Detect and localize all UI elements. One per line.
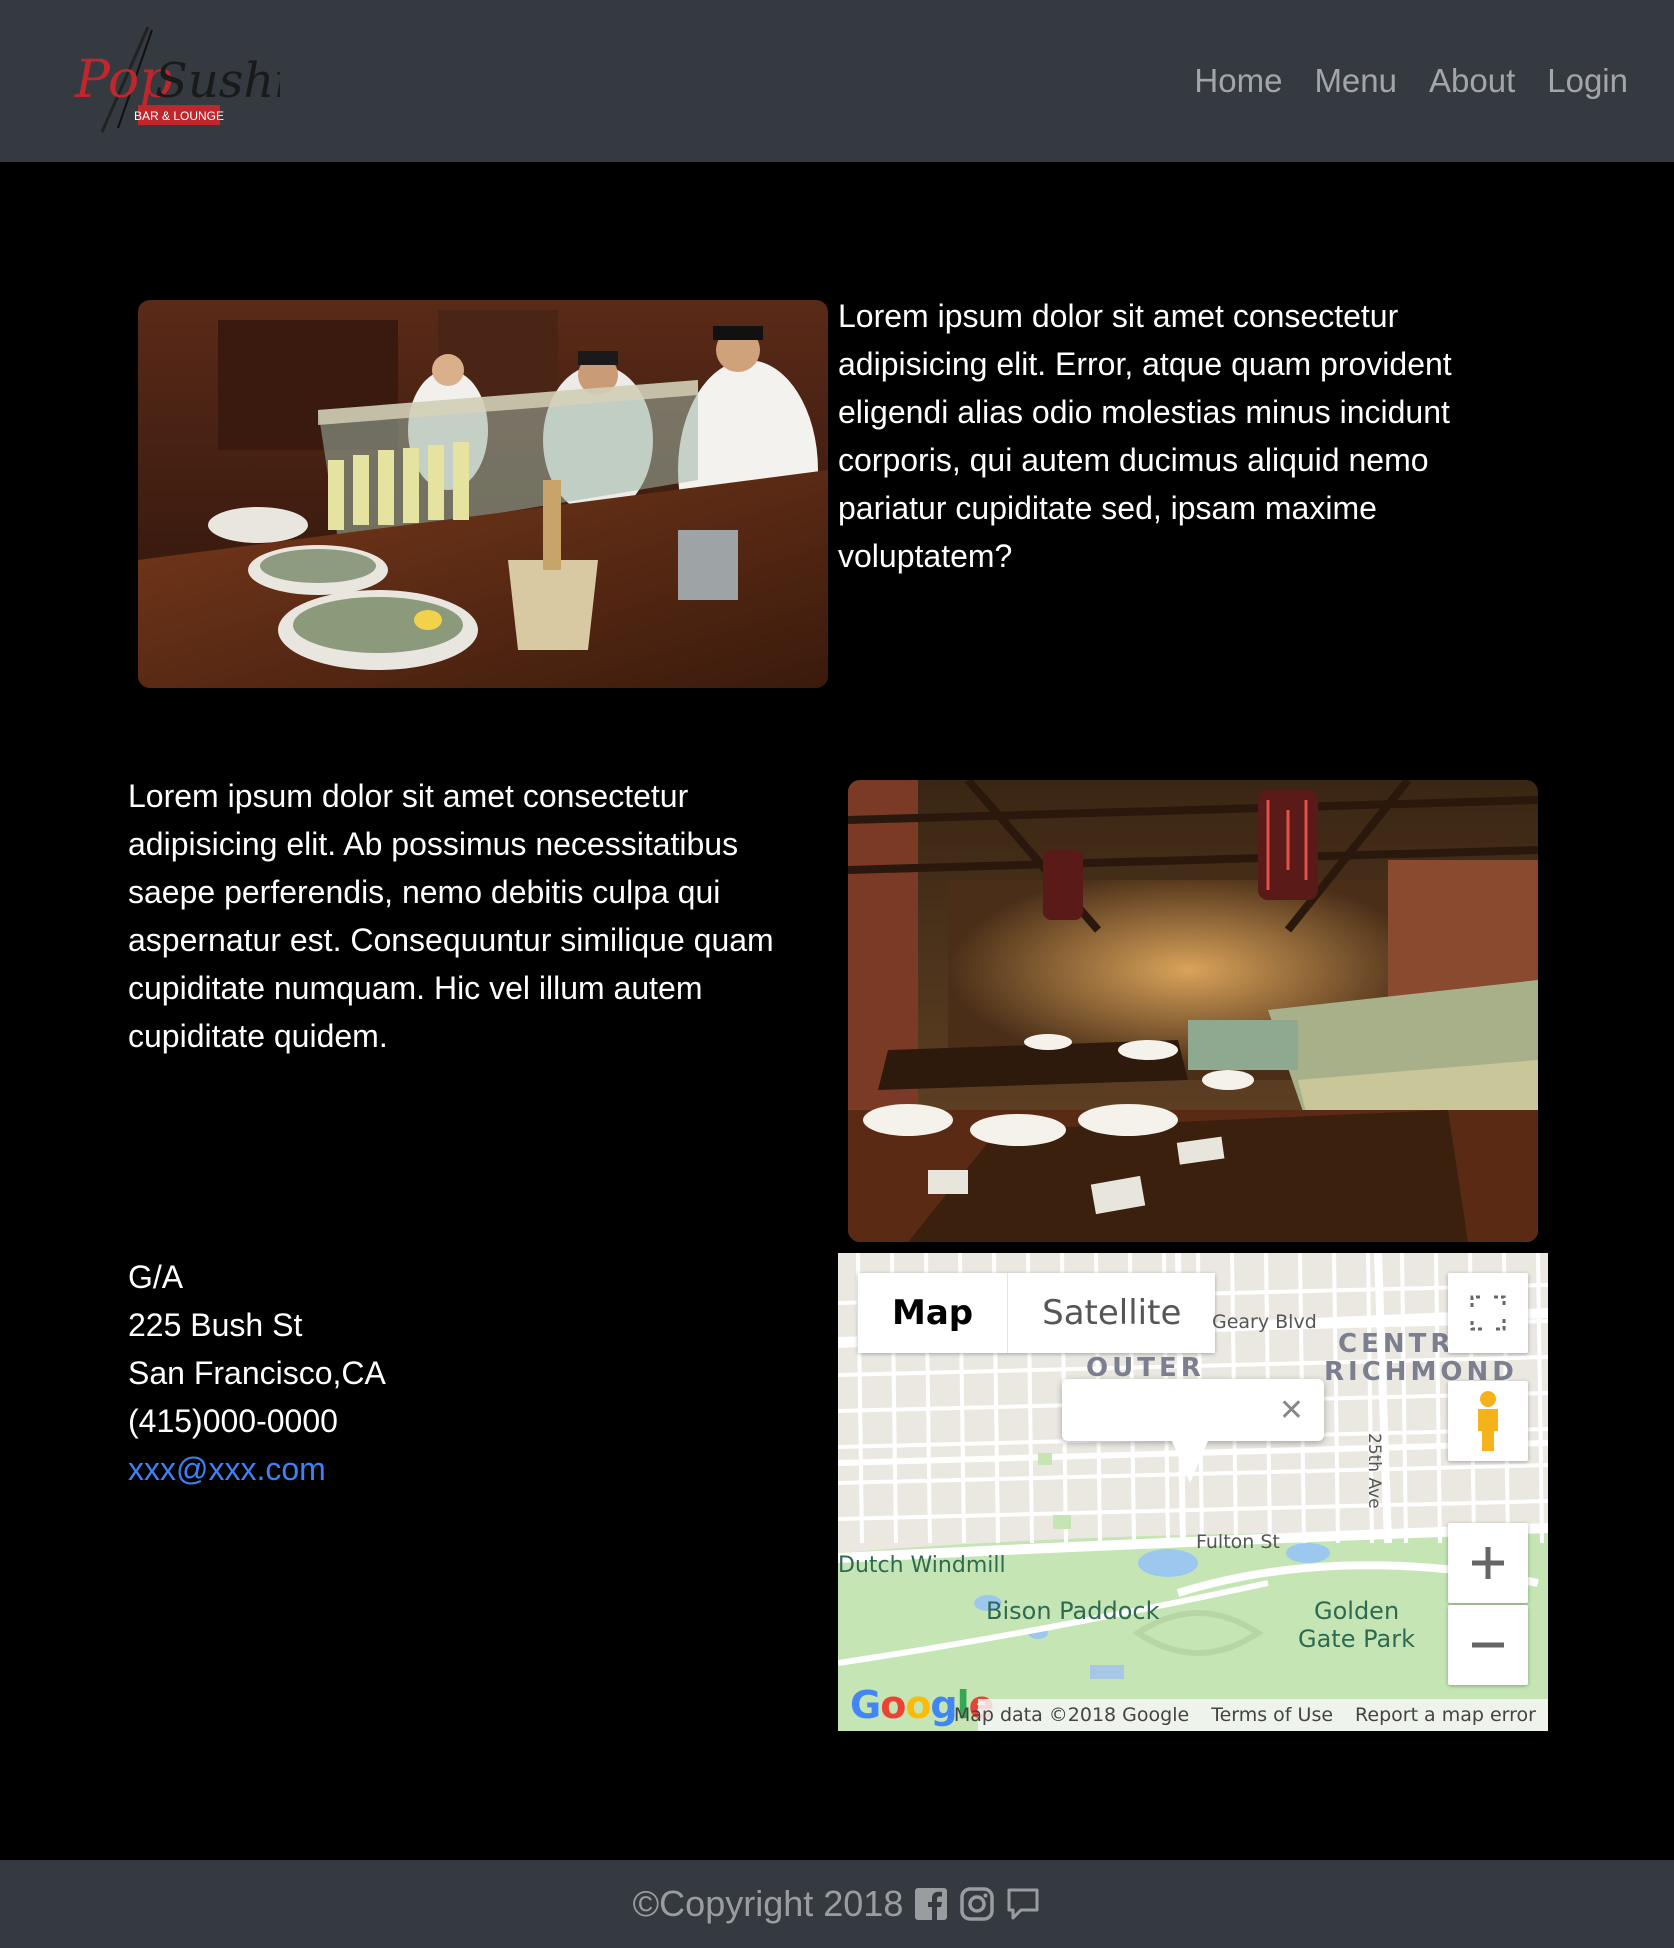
map-label-golden: Golden xyxy=(1314,1597,1400,1625)
nav-links: Home Menu About Login xyxy=(1194,58,1628,103)
map-label-fulton: Fulton St xyxy=(1196,1531,1280,1553)
svg-text:Sushi: Sushi xyxy=(155,53,280,109)
navbar: Pop Sushi BAR & LOUNGE Home Menu About L… xyxy=(0,0,1674,162)
svg-text:BAR & LOUNGE: BAR & LOUNGE xyxy=(134,109,224,123)
fullscreen-icon xyxy=(1470,1295,1506,1331)
map-label-25th-ave: 25th Ave xyxy=(1364,1433,1384,1509)
contact-name: G/A xyxy=(128,1259,184,1295)
nav-about[interactable]: About xyxy=(1429,58,1515,103)
contact-email-link[interactable]: xxx@xxx.com xyxy=(128,1451,326,1487)
info-window-tail xyxy=(1172,1441,1208,1483)
map-type-map-button[interactable]: Map xyxy=(858,1273,1008,1353)
map-label-gate-park: Gate Park xyxy=(1298,1625,1415,1653)
facebook-icon[interactable] xyxy=(913,1886,949,1922)
map-info-window: ✕ xyxy=(1062,1379,1324,1483)
map-report-error-link[interactable]: Report a map error xyxy=(1355,1704,1536,1726)
pegman-icon xyxy=(1478,1391,1498,1451)
chat-icon[interactable] xyxy=(1005,1886,1041,1922)
zoom-out-button[interactable] xyxy=(1448,1605,1528,1685)
nav-home[interactable]: Home xyxy=(1194,58,1282,103)
site-footer: ©Copyright 2018 xyxy=(0,1860,1674,1948)
contact-street: 225 Bush St xyxy=(128,1307,303,1343)
map-label-dutch-windmill: Dutch Windmill xyxy=(838,1553,1006,1578)
google-map[interactable]: Map Satellite Geary Blvd OUTER CENTRAL R… xyxy=(838,1253,1548,1731)
map-type-satellite-button[interactable]: Satellite xyxy=(1007,1273,1216,1353)
instagram-icon[interactable] xyxy=(959,1886,995,1922)
copyright-text: ©Copyright 2018 xyxy=(632,1883,904,1924)
zoom-in-button[interactable] xyxy=(1448,1523,1528,1603)
intro-paragraph: Lorem ipsum dolor sit amet consectetur a… xyxy=(838,298,1452,574)
close-icon[interactable]: ✕ xyxy=(1279,1393,1304,1428)
fullscreen-button[interactable] xyxy=(1448,1273,1528,1353)
map-terms-link[interactable]: Terms of Use xyxy=(1211,1704,1333,1726)
brand-logo[interactable]: Pop Sushi BAR & LOUNGE xyxy=(70,22,290,137)
nav-login[interactable]: Login xyxy=(1547,58,1628,103)
contact-city: San Francisco,CA xyxy=(128,1355,386,1391)
about-paragraph: Lorem ipsum dolor sit amet consectetur a… xyxy=(128,778,774,1054)
contact-info: G/A 225 Bush St San Francisco,CA (415)00… xyxy=(128,1253,386,1493)
map-attribution-bar: Map data ©2018 Google Terms of Use Repor… xyxy=(954,1699,1548,1731)
map-label-bison-paddock: Bison Paddock xyxy=(986,1597,1160,1625)
sushi-bar-photo xyxy=(138,300,828,688)
restaurant-interior-photo xyxy=(848,780,1538,1242)
map-data-attribution: Map data ©2018 Google xyxy=(953,1704,1190,1726)
map-type-control: Map Satellite xyxy=(858,1273,1216,1353)
zoom-in-icon xyxy=(1472,1547,1504,1579)
street-view-pegman-button[interactable] xyxy=(1448,1381,1528,1461)
contact-phone: (415)000-0000 xyxy=(128,1403,338,1439)
zoom-out-icon xyxy=(1472,1642,1504,1648)
nav-menu[interactable]: Menu xyxy=(1314,58,1397,103)
map-label-geary: Geary Blvd xyxy=(1212,1311,1317,1333)
